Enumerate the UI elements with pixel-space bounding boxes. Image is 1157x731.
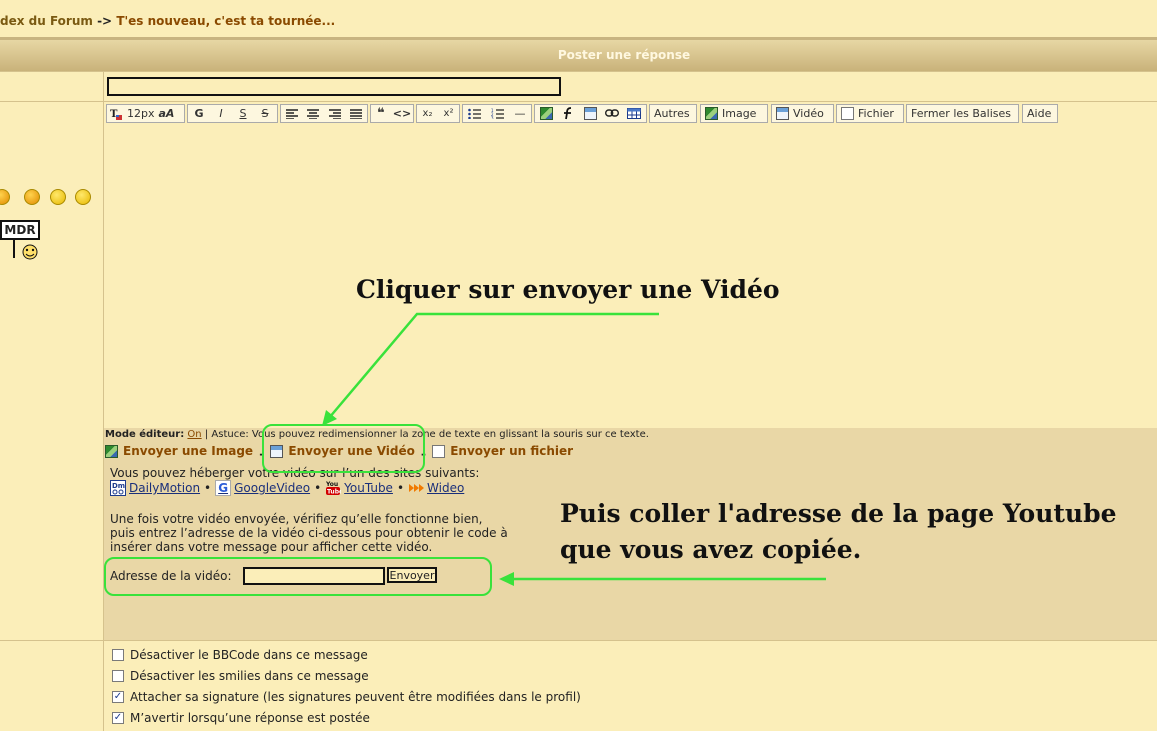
disable-bbcode-label: Désactiver le BBCode dans ce message xyxy=(130,648,368,662)
option-disable-bbcode[interactable]: Désactiver le BBCode dans ce message xyxy=(112,648,368,662)
disable-smilies-checkbox[interactable] xyxy=(112,670,124,682)
notify-reply-label: M’avertir lorsqu’une réponse est postée xyxy=(130,711,370,725)
option-attach-signature[interactable]: ✓ Attacher sa signature (les signatures … xyxy=(112,690,581,704)
annotation-arrows xyxy=(322,312,826,586)
option-disable-smilies[interactable]: Désactiver les smilies dans ce message xyxy=(112,669,369,683)
attach-signature-checkbox[interactable]: ✓ xyxy=(112,691,124,703)
arrow-to-video-tab xyxy=(322,312,659,426)
disable-smilies-label: Désactiver les smilies dans ce message xyxy=(130,669,369,683)
attach-signature-label: Attacher sa signature (les signatures pe… xyxy=(130,690,581,704)
arrow-to-url-field xyxy=(499,572,826,586)
option-notify-reply[interactable]: ✓ M’avertir lorsqu’une réponse est posté… xyxy=(112,711,370,725)
disable-bbcode-checkbox[interactable] xyxy=(112,649,124,661)
notify-reply-checkbox[interactable]: ✓ xyxy=(112,712,124,724)
